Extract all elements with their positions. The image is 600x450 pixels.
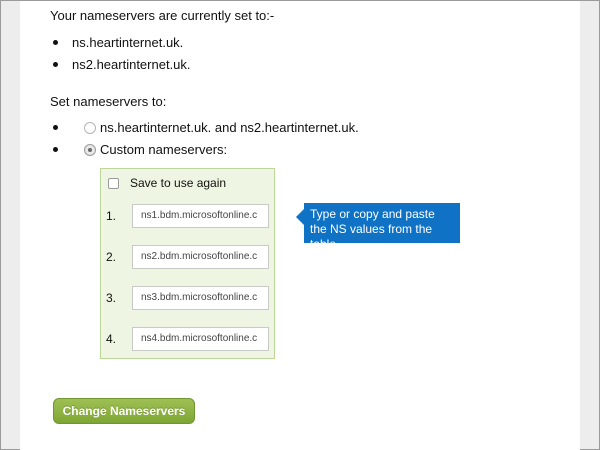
nameserver-entry-row: 4. ns4.bdm.microsoftonline.c bbox=[106, 327, 269, 351]
nameserver-number: 4. bbox=[106, 332, 117, 346]
bullet-icon bbox=[53, 125, 58, 130]
nameserver-number: 1. bbox=[106, 209, 117, 223]
current-nameservers-heading: Your nameservers are currently set to:- bbox=[50, 8, 275, 23]
current-nameserver-text: ns.heartinternet.uk. bbox=[72, 35, 184, 50]
change-nameservers-button[interactable]: Change Nameservers bbox=[53, 398, 195, 424]
set-nameservers-heading: Set nameservers to: bbox=[50, 94, 167, 109]
radio-default[interactable] bbox=[84, 121, 96, 134]
current-nameserver-item: ns2.heartinternet.uk. bbox=[50, 57, 191, 72]
save-checkbox[interactable] bbox=[108, 177, 119, 189]
nameserver-input-1[interactable]: ns1.bdm.microsoftonline.c bbox=[132, 204, 269, 228]
current-nameserver-item: ns.heartinternet.uk. bbox=[50, 35, 183, 50]
nameserver-number: 3. bbox=[106, 291, 117, 305]
nameserver-input-4[interactable]: ns4.bdm.microsoftonline.c bbox=[132, 327, 269, 351]
option-custom-row[interactable]: Custom nameservers: bbox=[50, 142, 227, 157]
nameserver-number: 2. bbox=[106, 250, 117, 264]
nameserver-input-2[interactable]: ns2.bdm.microsoftonline.c bbox=[132, 245, 269, 269]
bullet-icon bbox=[53, 40, 58, 45]
help-tooltip: Type or copy and paste the NS values fro… bbox=[304, 203, 460, 251]
save-to-use-again-row[interactable]: Save to use again bbox=[108, 176, 226, 190]
save-label: Save to use again bbox=[130, 176, 227, 190]
nameserver-input-3[interactable]: ns3.bdm.microsoftonline.c bbox=[132, 286, 269, 310]
content-panel: Your nameservers are currently set to:- … bbox=[20, 1, 580, 450]
window-frame: Your nameservers are currently set to:- … bbox=[0, 0, 600, 450]
custom-nameservers-box: Save to use again 1. ns1.bdm.microsofton… bbox=[100, 168, 275, 359]
nameserver-entry-row: 2. ns2.bdm.microsoftonline.c bbox=[106, 245, 269, 269]
tooltip-arrow-icon bbox=[296, 209, 304, 225]
option-default-row[interactable]: ns.heartinternet.uk. and ns2.heartintern… bbox=[50, 120, 359, 135]
bullet-icon bbox=[53, 62, 58, 67]
bullet-icon bbox=[53, 147, 58, 152]
option-custom-label: Custom nameservers: bbox=[100, 142, 228, 157]
option-default-label: ns.heartinternet.uk. and ns2.heartintern… bbox=[100, 120, 359, 135]
nameserver-entry-row: 3. ns3.bdm.microsoftonline.c bbox=[106, 286, 269, 310]
radio-custom[interactable] bbox=[84, 143, 96, 156]
nameserver-entry-row: 1. ns1.bdm.microsoftonline.c bbox=[106, 204, 269, 228]
current-nameserver-text: ns2.heartinternet.uk. bbox=[72, 57, 191, 72]
